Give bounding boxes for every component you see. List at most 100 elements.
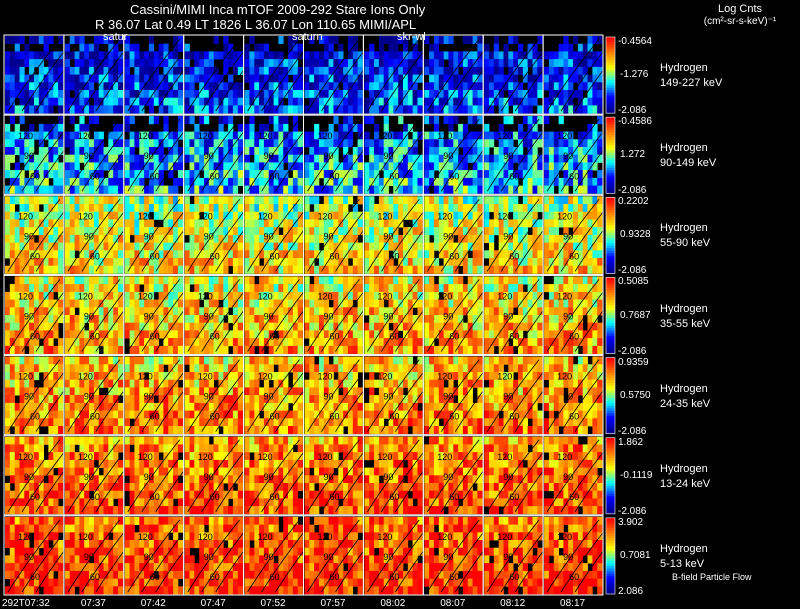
colorbar-min-label: -2.086	[618, 265, 647, 277]
target-tag-right: skr-wl	[397, 31, 426, 43]
colorbar-max-label: -0.4564	[618, 36, 652, 47]
row-panel: 120 90 60 120 90 60 120 90 60 120 90 60 120 90 60 120 90…	[3, 435, 628, 516]
colorbar-max-label: 1.862	[618, 436, 644, 448]
colorbar-step	[606, 421, 615, 424]
colorbar-step	[606, 155, 615, 159]
contour-label: 90	[84, 231, 94, 241]
contour-label: 120	[138, 211, 153, 221]
contour-label: 90	[144, 151, 154, 161]
contour-label: 60	[90, 572, 100, 582]
row-panel: 120 90 60 120 90 60 120 90 60 120 90 60 120 90 60 120 90…	[3, 515, 628, 596]
colorbar	[605, 277, 616, 354]
colorbar-step	[606, 415, 615, 419]
chart-title: Cassini/MIMI Inca mTOF 2009-292 Stare Io…	[130, 2, 426, 17]
contour-label: 60	[90, 171, 100, 181]
contour-label: 60	[270, 251, 280, 261]
row-panel: 120 90 60 120 90 60 120 90 60 120 90 60 120 90 60 120 90…	[3, 274, 628, 356]
colorbar-step	[606, 535, 615, 539]
colorbar-step	[606, 248, 615, 251]
colorbar-step	[606, 92, 615, 96]
x-tick-label: 08:07	[440, 598, 466, 609]
contour-label: 60	[509, 412, 519, 422]
contour-label: 90	[24, 151, 34, 161]
contour-label: 90	[264, 231, 274, 241]
energy-range-label: 55-90 keV	[660, 237, 711, 250]
row-panel: 120 90 60 120 90 60 120 90 60 120 90 60 120 90 60 120 90…	[3, 355, 628, 436]
units-title: Log Cnts	[717, 3, 763, 15]
contour-label: 120	[437, 291, 452, 301]
colorbar-step	[606, 72, 615, 76]
colorbar-step	[606, 498, 615, 502]
contour-label: 120	[198, 131, 213, 141]
colorbar-step	[606, 39, 615, 43]
contour-label: 60	[270, 412, 280, 422]
contour-label: 90	[324, 392, 334, 402]
contour-label: 60	[210, 171, 220, 181]
contour-label: 90	[204, 151, 214, 161]
colorbar-step	[606, 568, 615, 572]
contour-label: 120	[437, 131, 452, 141]
contour-label: 60	[389, 412, 399, 422]
contour-label: 90	[563, 552, 573, 562]
contour-label: 60	[330, 572, 340, 582]
contour-label: 120	[198, 372, 213, 382]
colorbar-step	[606, 80, 615, 84]
contour-label: 120	[318, 291, 333, 301]
contour-label: 120	[18, 211, 33, 221]
colorbar-step	[606, 522, 615, 526]
contour-label: 60	[270, 171, 280, 181]
colorbar	[605, 357, 616, 435]
contour-label: 120	[437, 211, 452, 221]
contour-label: 60	[449, 412, 459, 422]
contour-label: 90	[383, 552, 393, 562]
contour-label: 120	[18, 291, 33, 301]
contour-label: 60	[569, 412, 579, 422]
colorbar-step	[606, 367, 615, 371]
contour-label: 90	[144, 312, 154, 322]
contour-label: 60	[30, 412, 40, 422]
colorbar-step	[606, 583, 615, 587]
colorbar-step	[606, 388, 615, 391]
colorbar-mid-label: 1.272	[620, 149, 646, 161]
colorbar	[605, 437, 616, 515]
colorbar-step	[606, 400, 615, 404]
contour-label: 90	[324, 552, 334, 562]
contour-label: 120	[318, 532, 333, 542]
colorbar-step	[606, 170, 615, 174]
contour-label: 120	[497, 532, 512, 542]
colorbar	[605, 36, 616, 114]
colorbar-mid-label: -0.1119	[620, 469, 653, 481]
contour-label: 120	[318, 452, 333, 462]
colorbar-step	[606, 227, 615, 231]
contour-label: 60	[449, 332, 459, 342]
colorbar-step	[606, 408, 615, 412]
colorbar-max-label: 0.9359	[618, 356, 649, 368]
contour-label: 60	[389, 572, 399, 582]
x-tick-label: 292T07:32	[2, 598, 50, 609]
contour-label: 120	[138, 291, 153, 301]
contour-label: 60	[330, 171, 340, 181]
contour-label: 90	[204, 231, 214, 241]
contour-label: 90	[84, 472, 94, 482]
energy-range-label: 35-55 keV	[660, 317, 711, 330]
contour-label: 90	[443, 472, 453, 482]
colorbar-step	[606, 122, 615, 126]
x-tick-label: 07:52	[260, 598, 286, 609]
contour-label: 60	[569, 171, 579, 181]
colorbar-step	[606, 576, 615, 580]
contour-label: 120	[497, 372, 512, 382]
colorbar-step	[606, 129, 615, 133]
contour-label: 120	[318, 372, 333, 382]
colorbar-step	[606, 105, 615, 109]
colorbar-step	[606, 452, 615, 456]
contour-label: 60	[30, 332, 40, 342]
contour-label: 120	[78, 291, 93, 301]
contour-label: 120	[557, 452, 572, 462]
colorbar-step	[606, 506, 615, 510]
contour-label: 60	[210, 492, 220, 502]
contour-label: 90	[144, 231, 154, 241]
contour-label: 60	[569, 332, 579, 342]
x-tick-label: 07:37	[80, 598, 106, 609]
colorbar-step	[606, 491, 615, 494]
contour-label: 120	[497, 291, 512, 301]
